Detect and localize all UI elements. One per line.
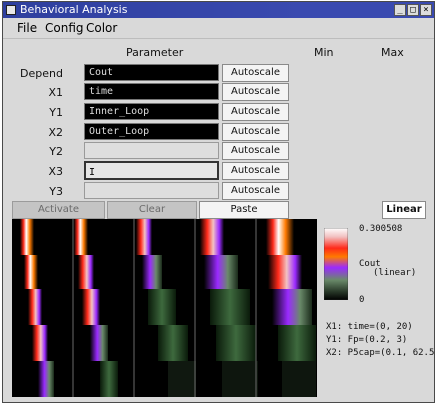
autoscale-button-y2[interactable]: Autoscale [222,142,289,160]
y2-field[interactable] [84,142,219,159]
max-header: Max [381,46,404,59]
legend-scale: (linear) [373,268,417,278]
heatmap-plot-area[interactable] [12,219,317,397]
row-label-x1: X1 [48,86,63,99]
panel-2 [74,219,118,397]
depend-field[interactable]: Cout [84,64,219,81]
x2-field[interactable]: Outer_Loop [84,123,219,140]
row-label-y1: Y1 [49,106,63,119]
legend-min: 0 [359,295,365,305]
legend-max: 0.300508 [359,224,403,234]
menu-bar: File Config Color [3,18,434,39]
window-title: Behavioral Analysis [20,3,128,16]
x3-field[interactable]: I [84,161,219,180]
axis-info-x2: X2: P5cap=(0.1, 62.5 [326,348,435,358]
y1-field[interactable]: Inner_Loop [84,103,219,120]
row-label-x3: X3 [48,165,63,178]
row-label-y3: Y3 [49,185,63,198]
axis-info-x1: X1: time=(0, 20) [326,322,413,332]
minimize-button[interactable]: _ [394,4,406,16]
menu-file[interactable]: File [17,18,37,38]
x1-field[interactable]: time [84,83,219,100]
linear-scale-button[interactable]: Linear [382,201,426,219]
maximize-button[interactable]: □ [407,4,419,16]
autoscale-button-x2[interactable]: Autoscale [222,123,289,141]
clear-button[interactable]: Clear [107,201,197,219]
autoscale-button-depend[interactable]: Autoscale [222,64,289,82]
autoscale-button-x3[interactable]: Autoscale [222,162,289,180]
panel-5 [266,219,316,397]
menu-color[interactable]: Color [86,18,117,38]
paste-button[interactable]: Paste [199,201,289,219]
parameter-header: Parameter [126,46,184,59]
row-label-y2: Y2 [49,145,63,158]
text-cursor-icon: I [89,167,96,178]
close-button[interactable]: × [420,4,432,16]
row-label-x2: X2 [48,126,63,139]
menu-config[interactable]: Config [45,18,84,38]
autoscale-button-y3[interactable]: Autoscale [222,182,289,200]
heatmap-graphic [20,219,316,397]
activate-button[interactable]: Activate [12,201,105,219]
autoscale-button-x1[interactable]: Autoscale [222,83,289,101]
min-header: Min [314,46,334,59]
title-bar[interactable]: Behavioral Analysis _ □ × [3,2,434,18]
row-label-depend: Depend [20,67,63,80]
panel-4 [200,219,258,397]
axis-info-y1: Y1: Fp=(0.2, 3) [326,335,408,345]
autoscale-button-y1[interactable]: Autoscale [222,103,289,121]
app-window: Behavioral Analysis _ □ × File Config Co… [2,1,435,403]
panel-1 [20,219,54,397]
panel-3 [136,219,196,397]
window-menu-icon[interactable] [6,5,16,15]
y3-field[interactable] [84,182,219,199]
color-legend [324,228,348,300]
